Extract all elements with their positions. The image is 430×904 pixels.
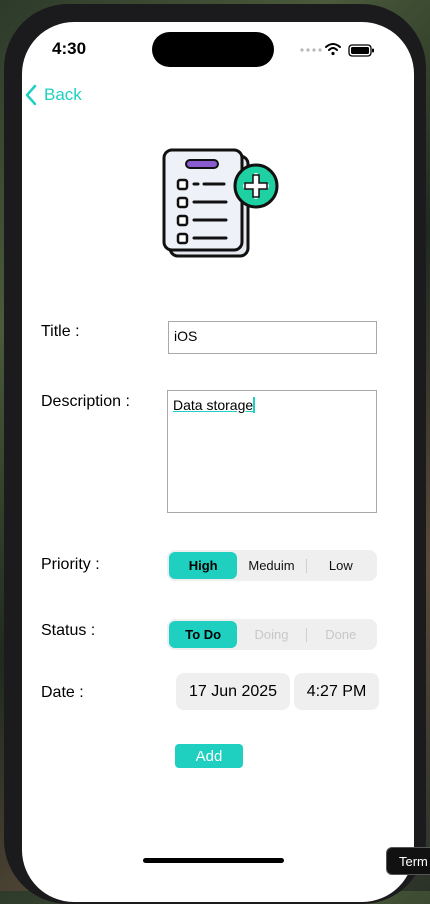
description-label: Description :	[41, 393, 130, 410]
status-option-todo[interactable]: To Do	[169, 621, 238, 648]
title-label: Title :	[41, 323, 80, 340]
back-button[interactable]: Back	[24, 84, 82, 106]
signal-icon	[300, 48, 322, 52]
add-button[interactable]: Add	[175, 744, 243, 768]
description-textarea[interactable]: Data storage	[167, 390, 377, 513]
time-picker[interactable]: 4:27 PM	[294, 673, 379, 710]
battery-icon	[348, 44, 374, 57]
status-segmented-control[interactable]: To Do Doing Done	[167, 619, 377, 650]
back-label: Back	[44, 85, 82, 104]
status-icons	[300, 43, 374, 57]
title-input[interactable]: iOS	[168, 321, 377, 354]
priority-label: Priority :	[41, 556, 100, 573]
text-cursor	[253, 397, 256, 413]
wifi-icon	[325, 43, 341, 56]
priority-segmented-control[interactable]: High Meduim Low	[167, 550, 377, 581]
chevron-left-icon	[25, 84, 37, 106]
status-label: Status :	[41, 622, 96, 639]
priority-option-low[interactable]: Low	[307, 552, 375, 579]
terminal-tooltip: Term	[386, 847, 430, 875]
status-option-done: Done	[325, 627, 357, 642]
task-add-icon	[162, 148, 279, 258]
date-picker[interactable]: 17 Jun 2025	[176, 673, 290, 710]
priority-option-high[interactable]: High	[169, 552, 238, 579]
home-indicator[interactable]	[143, 858, 284, 863]
status-option-doing: Doing	[254, 627, 289, 642]
dynamic-island	[152, 32, 274, 67]
status-time: 4:30	[52, 39, 87, 58]
date-label: Date :	[41, 684, 84, 701]
priority-option-medium[interactable]: Meduim	[237, 552, 305, 579]
description-text: Data storage	[173, 397, 254, 413]
